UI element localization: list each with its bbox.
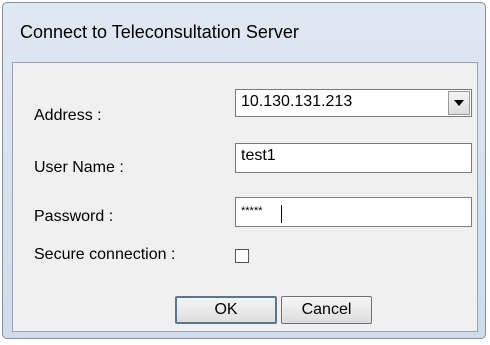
cancel-button[interactable]: Cancel	[281, 296, 372, 324]
username-label: User Name :	[34, 159, 124, 176]
password-label: Password :	[34, 208, 114, 225]
password-field[interactable]: *****	[235, 197, 472, 227]
secure-connection-checkbox[interactable]	[235, 249, 249, 263]
dialog-window: Connect to Teleconsultation Server Addre…	[2, 2, 486, 339]
chevron-down-icon	[454, 100, 464, 106]
title-bar[interactable]: Connect to Teleconsultation Server	[3, 3, 485, 61]
address-label: Address :	[34, 107, 102, 124]
address-value: 10.130.131.213	[241, 93, 353, 110]
ok-button[interactable]: OK	[175, 296, 277, 324]
dialog-body: Address : 10.130.131.213 User Name : tes…	[12, 62, 478, 332]
address-dropdown-button[interactable]	[448, 91, 470, 115]
username-field[interactable]: test1	[235, 143, 472, 173]
text-caret	[281, 205, 282, 223]
address-combobox[interactable]: 10.130.131.213	[235, 89, 472, 117]
dialog-title: Connect to Teleconsultation Server	[20, 22, 299, 42]
secure-connection-label: Secure connection :	[34, 246, 176, 263]
